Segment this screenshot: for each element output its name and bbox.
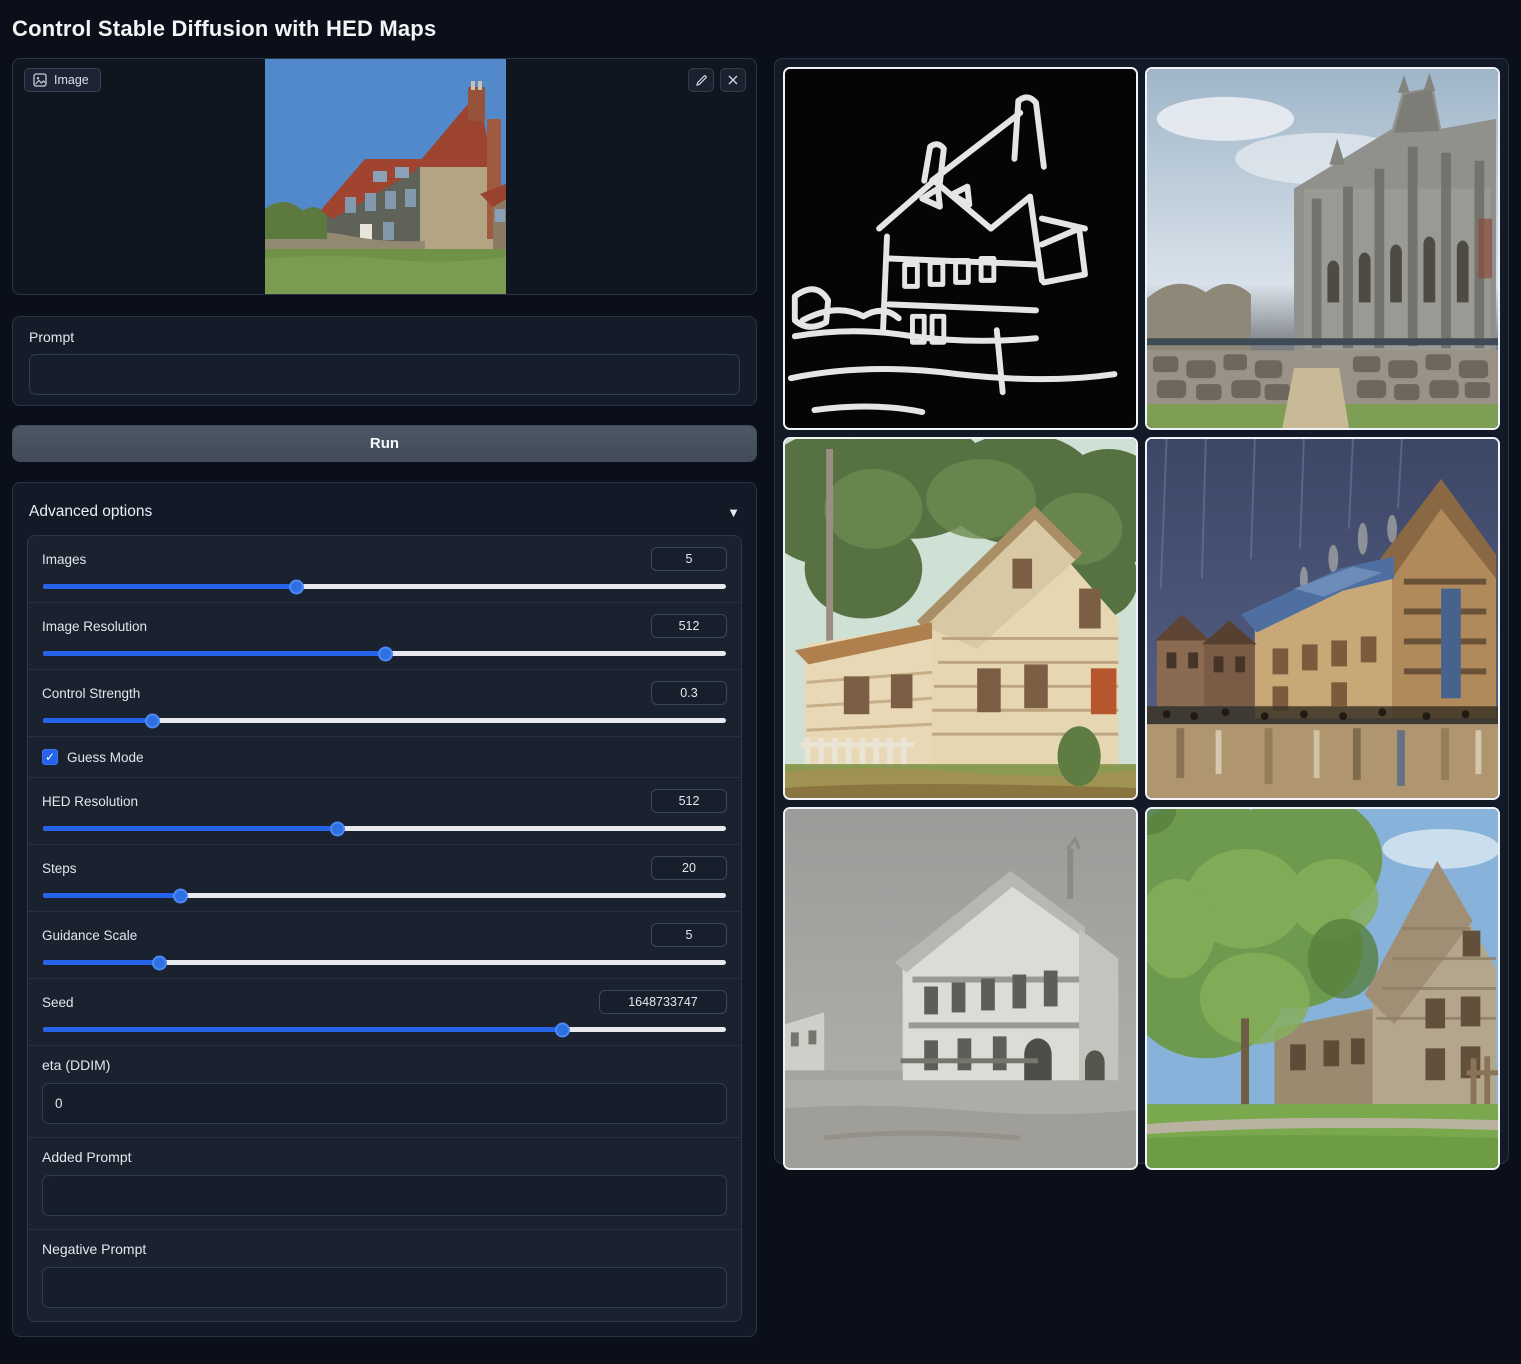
hed-resolution-value-input[interactable] bbox=[651, 789, 727, 813]
page-title: Control Stable Diffusion with HED Maps bbox=[12, 16, 1509, 42]
run-button[interactable]: Run bbox=[12, 425, 757, 462]
image-input[interactable]: Image bbox=[12, 58, 757, 295]
guidance-scale-value-input[interactable] bbox=[651, 923, 727, 947]
prompt-input[interactable] bbox=[29, 354, 740, 395]
steps-value-input[interactable] bbox=[651, 856, 727, 880]
control-strength-label: Control Strength bbox=[42, 686, 140, 701]
hed-resolution-slider-handle[interactable] bbox=[330, 821, 345, 836]
guidance-scale-slider[interactable] bbox=[43, 960, 726, 965]
advanced-options-header[interactable]: Advanced options ▼ bbox=[27, 495, 742, 535]
image-label-chip: Image bbox=[24, 68, 101, 92]
negative-prompt-label: Negative Prompt bbox=[42, 1241, 727, 1257]
image-resolution-slider[interactable] bbox=[43, 651, 726, 656]
image-icon bbox=[33, 73, 47, 87]
hed-resolution-label: HED Resolution bbox=[42, 794, 138, 809]
image-actions bbox=[688, 68, 746, 92]
seed-label: Seed bbox=[42, 995, 74, 1010]
close-icon[interactable] bbox=[720, 68, 746, 92]
guidance-scale-label: Guidance Scale bbox=[42, 928, 137, 943]
seed-slider-handle[interactable] bbox=[555, 1022, 570, 1037]
guess-mode-label: Guess Mode bbox=[67, 750, 144, 765]
guidance-scale-slider-handle[interactable] bbox=[152, 955, 167, 970]
guess-mode-row: ✓ Guess Mode bbox=[28, 736, 741, 777]
main-columns: Image bbox=[12, 58, 1509, 1337]
slider-row-seed: Seed bbox=[28, 978, 741, 1045]
slider-row-image-resolution: Image Resolution bbox=[28, 602, 741, 669]
slider-row-control-strength: Control Strength bbox=[28, 669, 741, 736]
control-strength-slider-handle[interactable] bbox=[145, 713, 160, 728]
image-label: Image bbox=[54, 73, 89, 87]
seed-slider[interactable] bbox=[43, 1027, 726, 1032]
images-label: Images bbox=[42, 552, 86, 567]
advanced-options-title: Advanced options bbox=[29, 503, 152, 521]
added-prompt-row: Added Prompt bbox=[28, 1137, 741, 1229]
eta-row: eta (DDIM) bbox=[28, 1045, 741, 1137]
guess-mode-checkbox[interactable]: ✓ bbox=[42, 749, 58, 765]
uploaded-house-photo bbox=[265, 59, 506, 295]
seed-value-input[interactable] bbox=[599, 990, 727, 1014]
images-slider[interactable] bbox=[43, 584, 726, 589]
advanced-options-form: Images Image Resolution bbox=[27, 535, 742, 1322]
images-slider-handle[interactable] bbox=[289, 579, 304, 594]
eta-label: eta (DDIM) bbox=[42, 1057, 727, 1073]
prompt-block: Prompt bbox=[12, 316, 757, 406]
image-resolution-value-input[interactable] bbox=[651, 614, 727, 638]
app-root: Control Stable Diffusion with HED Maps I… bbox=[0, 0, 1521, 1347]
steps-slider[interactable] bbox=[43, 893, 726, 898]
eta-input[interactable] bbox=[42, 1083, 727, 1124]
slider-row-images: Images bbox=[28, 536, 741, 602]
result-gallery bbox=[774, 58, 1509, 1164]
negative-prompt-row: Negative Prompt bbox=[28, 1229, 741, 1321]
gallery-item-grayscale-building[interactable] bbox=[783, 807, 1138, 1170]
pencil-icon[interactable] bbox=[688, 68, 714, 92]
added-prompt-label: Added Prompt bbox=[42, 1149, 727, 1165]
left-column: Image bbox=[12, 58, 757, 1337]
image-resolution-label: Image Resolution bbox=[42, 619, 147, 634]
prompt-label: Prompt bbox=[29, 329, 740, 345]
chevron-down-icon: ▼ bbox=[727, 505, 740, 520]
slider-row-guidance-scale: Guidance Scale bbox=[28, 911, 741, 978]
gallery-item-cathedral[interactable] bbox=[1145, 67, 1500, 430]
image-resolution-slider-handle[interactable] bbox=[378, 646, 393, 661]
control-strength-slider[interactable] bbox=[43, 718, 726, 723]
gallery-item-house-with-trees[interactable] bbox=[1145, 807, 1500, 1170]
gallery-item-hed-map[interactable] bbox=[783, 67, 1138, 430]
added-prompt-input[interactable] bbox=[42, 1175, 727, 1216]
advanced-options-panel: Advanced options ▼ Images bbox=[12, 482, 757, 1337]
slider-row-steps: Steps bbox=[28, 844, 741, 911]
images-value-input[interactable] bbox=[651, 547, 727, 571]
steps-slider-handle[interactable] bbox=[173, 888, 188, 903]
slider-row-hed-resolution: HED Resolution bbox=[28, 777, 741, 844]
gallery-item-wooden-cottage[interactable] bbox=[783, 437, 1138, 800]
control-strength-value-input[interactable] bbox=[651, 681, 727, 705]
negative-prompt-input[interactable] bbox=[42, 1267, 727, 1308]
hed-resolution-slider[interactable] bbox=[43, 826, 726, 831]
check-icon: ✓ bbox=[45, 750, 55, 764]
gallery-item-rainy-painting[interactable] bbox=[1145, 437, 1500, 800]
steps-label: Steps bbox=[42, 861, 77, 876]
